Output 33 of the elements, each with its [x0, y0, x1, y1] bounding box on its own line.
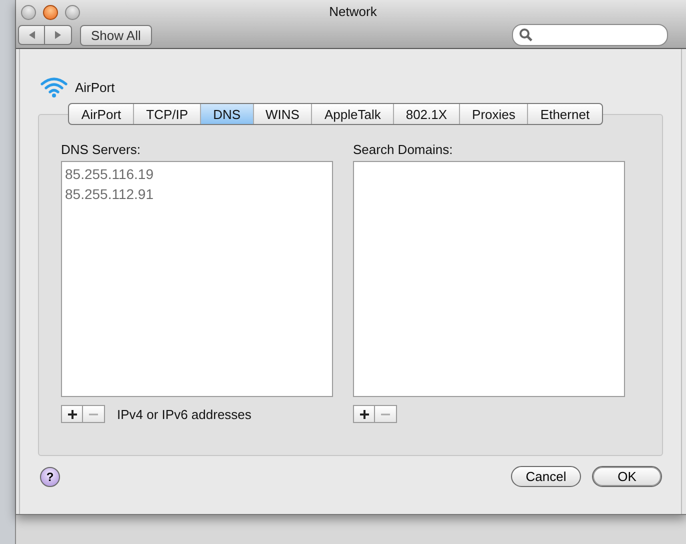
- show-all-button[interactable]: Show All: [80, 24, 152, 46]
- close-button[interactable]: [21, 4, 36, 20]
- add-button[interactable]: [61, 405, 83, 423]
- hint-text: IPv4 or IPv6 addresses: [117, 406, 252, 422]
- list-label: DNS Servers:: [61, 142, 142, 158]
- tab[interactable]: Proxies: [460, 104, 528, 124]
- list-box[interactable]: 85.255.116.19 85.255.112.91: [61, 161, 333, 397]
- plus-icon: [68, 410, 76, 418]
- search-icon: [519, 28, 533, 42]
- list-item[interactable]: 85.255.112.91: [64, 184, 330, 204]
- tab[interactable]: DNS: [201, 104, 254, 124]
- list-item[interactable]: 85.255.116.19: [64, 164, 330, 184]
- add-button[interactable]: [353, 405, 375, 423]
- dialog-button[interactable]: Cancel: [511, 466, 581, 487]
- tab[interactable]: WINS: [254, 104, 312, 124]
- tab[interactable]: Ethernet: [528, 104, 602, 124]
- help-button[interactable]: ?: [40, 466, 60, 486]
- window-title: Network: [328, 4, 378, 18]
- dialog-button[interactable]: OK: [592, 466, 662, 487]
- search-field[interactable]: [512, 24, 668, 46]
- zoom-button[interactable]: [65, 4, 80, 20]
- forward-button[interactable]: [45, 25, 72, 45]
- service-name: AirPort: [75, 80, 115, 94]
- right-arrow-icon: [53, 30, 63, 40]
- tab[interactable]: AppleTalk: [312, 104, 394, 124]
- plus-icon: [360, 410, 368, 418]
- tab[interactable]: AirPort: [69, 104, 134, 124]
- back-button[interactable]: [18, 25, 45, 45]
- wifi-icon: [39, 75, 69, 99]
- list-label: Search Domains:: [353, 142, 454, 158]
- tab[interactable]: 802.1X: [394, 104, 460, 124]
- left-arrow-icon: [26, 30, 36, 40]
- minimize-button[interactable]: [43, 4, 58, 20]
